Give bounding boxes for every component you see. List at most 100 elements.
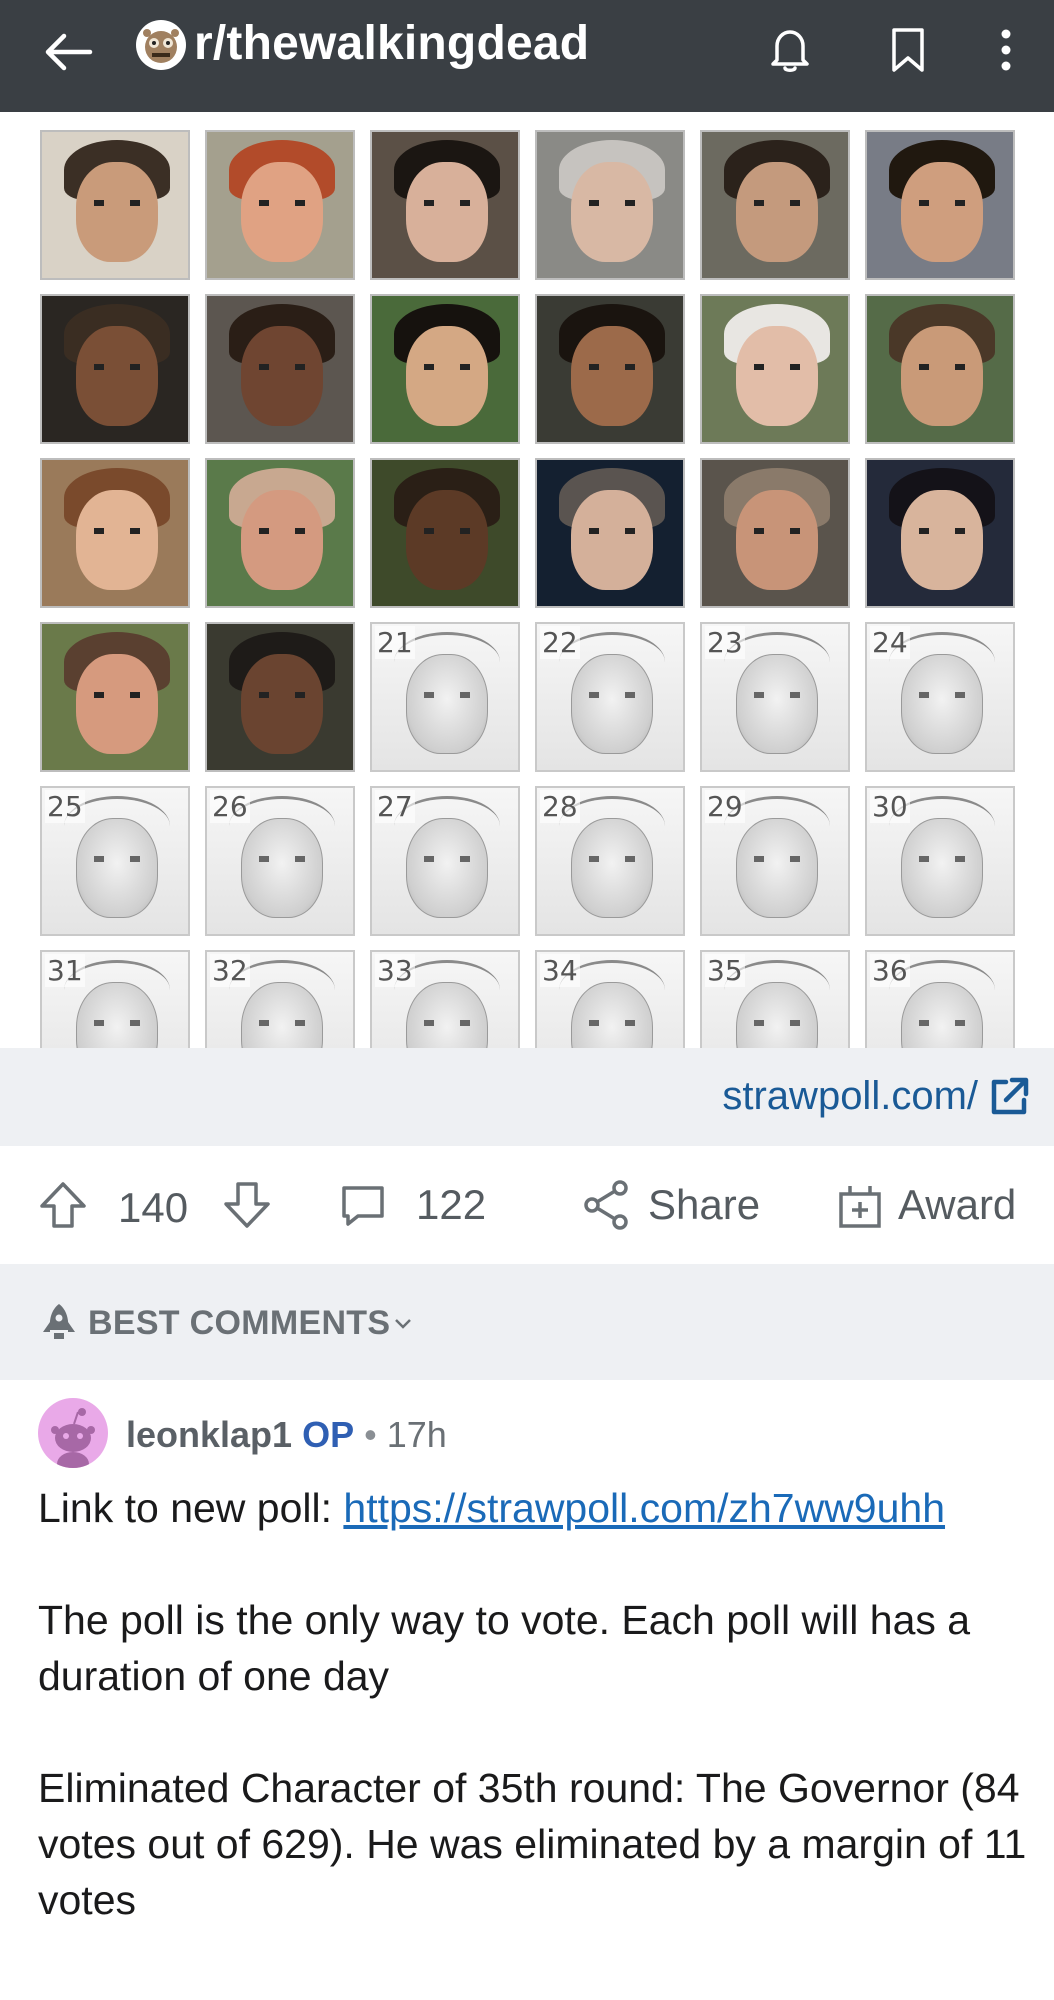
portrait-face bbox=[241, 490, 323, 590]
link-domain[interactable]: strawpoll.com/ bbox=[722, 1074, 978, 1119]
share-icon bbox=[584, 1180, 628, 1230]
character-sketch: 33 bbox=[370, 950, 520, 1048]
upvote-arrow-icon bbox=[40, 1182, 86, 1228]
bookmark-icon bbox=[892, 28, 924, 72]
tile-number: 28 bbox=[540, 790, 580, 823]
sketch-face bbox=[901, 654, 983, 754]
avatar[interactable] bbox=[38, 1398, 108, 1468]
sketch-face bbox=[736, 654, 818, 754]
app-header: r/thewalkingdead bbox=[0, 0, 1054, 112]
comment-paragraph: The poll is the only way to vote. Each p… bbox=[38, 1597, 971, 1699]
award-button[interactable]: Award bbox=[836, 1146, 1016, 1264]
character-photo bbox=[205, 130, 355, 280]
upvote-button[interactable] bbox=[38, 1146, 88, 1264]
character-sketch: 28 bbox=[535, 786, 685, 936]
subreddit-title[interactable]: r/thewalkingdead bbox=[194, 16, 589, 71]
sketch-eyes bbox=[424, 856, 470, 862]
comment-body: Link to new poll: https://strawpoll.com/… bbox=[38, 1480, 1028, 1984]
portrait-face bbox=[736, 490, 818, 590]
character-photo bbox=[370, 130, 520, 280]
back-button[interactable] bbox=[36, 20, 100, 84]
sketch-face bbox=[406, 818, 488, 918]
character-photo bbox=[205, 294, 355, 444]
sketch-eyes bbox=[94, 1020, 140, 1026]
tile-number: 29 bbox=[705, 790, 745, 823]
portrait-face bbox=[901, 326, 983, 426]
vote-score: 140 bbox=[118, 1184, 189, 1231]
more-vertical-icon bbox=[1001, 29, 1011, 71]
portrait-face bbox=[406, 326, 488, 426]
sketch-face bbox=[406, 654, 488, 754]
character-sketch: 27 bbox=[370, 786, 520, 936]
portrait-eyes bbox=[919, 200, 965, 206]
tile-number: 26 bbox=[210, 790, 250, 823]
share-button[interactable]: Share bbox=[582, 1146, 760, 1264]
character-sketch: 21 bbox=[370, 622, 520, 772]
character-photo bbox=[865, 130, 1015, 280]
comment-paragraph: Link to new poll: https://strawpoll.com/… bbox=[38, 1480, 1028, 1536]
comment-username[interactable]: leonklap1 bbox=[126, 1414, 292, 1456]
character-photo bbox=[370, 458, 520, 608]
portrait-eyes bbox=[259, 200, 305, 206]
portrait-eyes bbox=[919, 528, 965, 534]
share-label: Share bbox=[648, 1181, 761, 1228]
arrow-left-icon bbox=[45, 33, 93, 71]
tile-number: 23 bbox=[705, 626, 745, 659]
comment-meta: leonklap1 OP • 17h bbox=[126, 1414, 447, 1456]
bookmark-button[interactable] bbox=[876, 18, 940, 82]
character-photo bbox=[205, 622, 355, 772]
comment-time: 17h bbox=[386, 1414, 447, 1455]
comment-sort-bar[interactable]: BEST COMMENTS bbox=[0, 1264, 1054, 1380]
character-photo bbox=[700, 458, 850, 608]
tile-number: 25 bbox=[45, 790, 85, 823]
character-sketch: 30 bbox=[865, 786, 1015, 936]
character-photo bbox=[865, 458, 1015, 608]
sketch-eyes bbox=[259, 856, 305, 862]
portrait-eyes bbox=[589, 528, 635, 534]
post-image[interactable]: 21 22 23 24 25 26 27 28 29 30 31 32 33 34 35 36 bbox=[0, 112, 1054, 1048]
portrait-face bbox=[241, 162, 323, 262]
tile-number: 27 bbox=[375, 790, 415, 823]
notifications-button[interactable] bbox=[758, 18, 822, 82]
character-photo bbox=[865, 294, 1015, 444]
character-sketch: 22 bbox=[535, 622, 685, 772]
portrait-eyes bbox=[259, 528, 305, 534]
character-sketch: 36 bbox=[865, 950, 1015, 1048]
chevron-down-icon bbox=[395, 1319, 411, 1329]
portrait-eyes bbox=[259, 692, 305, 698]
portrait-eyes bbox=[94, 528, 140, 534]
op-badge: OP bbox=[302, 1414, 355, 1455]
sketch-eyes bbox=[754, 856, 800, 862]
character-sketch: 23 bbox=[700, 622, 850, 772]
downvote-button[interactable] bbox=[222, 1146, 272, 1264]
tile-number: 21 bbox=[375, 626, 415, 659]
portrait-face bbox=[241, 654, 323, 754]
poll-link[interactable]: https://strawpoll.com/zh7ww9uhh bbox=[343, 1485, 945, 1531]
character-sketch: 32 bbox=[205, 950, 355, 1048]
sketch-face bbox=[901, 818, 983, 918]
comments-count: 122 bbox=[416, 1181, 487, 1228]
character-photo bbox=[535, 294, 685, 444]
portrait-face bbox=[901, 162, 983, 262]
more-options-button[interactable] bbox=[978, 18, 1034, 82]
character-photo bbox=[40, 130, 190, 280]
portrait-eyes bbox=[94, 200, 140, 206]
portrait-eyes bbox=[94, 364, 140, 370]
portrait-eyes bbox=[919, 364, 965, 370]
tile-number: 32 bbox=[210, 954, 250, 987]
sketch-face bbox=[571, 654, 653, 754]
poll-link-prefix: Link to new poll: bbox=[38, 1485, 344, 1531]
sketch-eyes bbox=[94, 856, 140, 862]
portrait-face bbox=[76, 490, 158, 590]
character-photo bbox=[700, 130, 850, 280]
sketch-eyes bbox=[919, 856, 965, 862]
portrait-eyes bbox=[424, 528, 470, 534]
portrait-eyes bbox=[754, 528, 800, 534]
subreddit-avatar[interactable] bbox=[136, 20, 186, 70]
character-sketch: 35 bbox=[700, 950, 850, 1048]
link-preview-bar[interactable]: strawpoll.com/ bbox=[0, 1048, 1054, 1146]
character-sketch: 31 bbox=[40, 950, 190, 1048]
sketch-eyes bbox=[919, 692, 965, 698]
portrait-face bbox=[571, 326, 653, 426]
comments-button[interactable]: 122 bbox=[338, 1146, 486, 1264]
